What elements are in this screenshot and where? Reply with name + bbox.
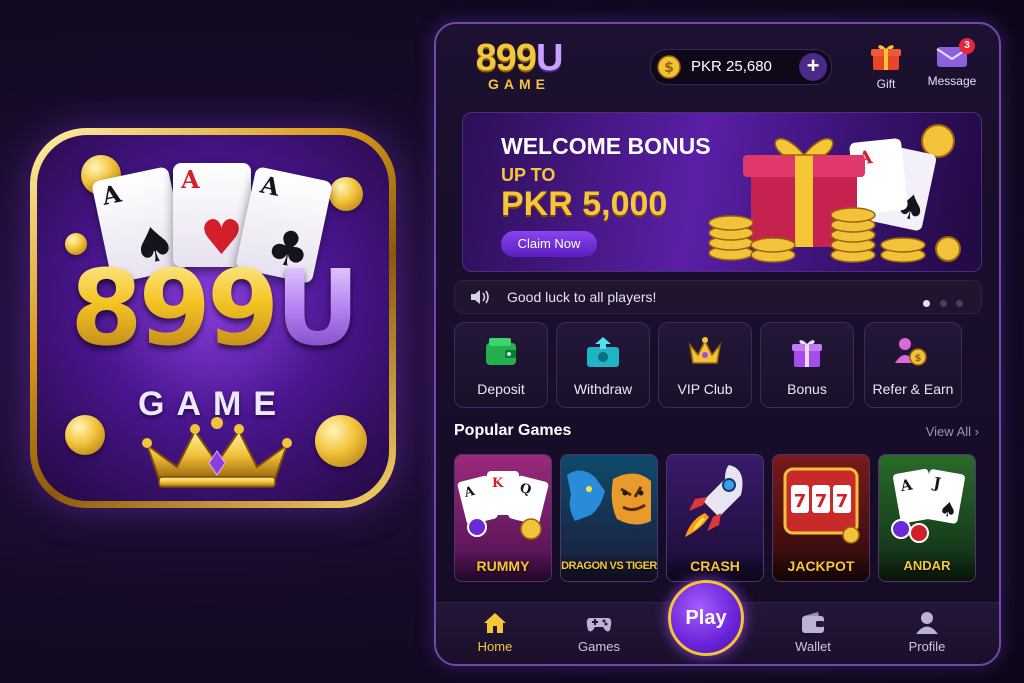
deposit-button[interactable]: Deposit — [454, 322, 548, 408]
game-tile-rummy[interactable]: A K Q RUMMY — [454, 454, 552, 582]
app-icon-face: A ♠ A ♥ A ♣ 899U GAME — [37, 135, 389, 501]
view-all-label: View All — [925, 424, 972, 439]
nav-wallet-label: Wallet — [795, 639, 831, 654]
svg-text:$: $ — [915, 353, 922, 364]
gift-box-illustration: A ♠ A — [708, 124, 961, 263]
balance-pill: $ PKR 25,680 + — [650, 49, 832, 85]
game-tile-andar-bahar[interactable]: A J♠ ANDAR BAHAR — [878, 454, 976, 582]
carousel-dot[interactable] — [956, 300, 963, 307]
card-rank: A — [99, 178, 124, 211]
game-tile-dragon-vs-tiger[interactable]: DRAGON VS TIGER — [560, 454, 658, 582]
game-name: DRAGON VS TIGER — [561, 551, 657, 581]
svg-text:$: $ — [664, 60, 674, 76]
message-icon-wrap: 3 — [935, 38, 975, 72]
brand-number: 899 — [475, 37, 537, 79]
slot-machine-icon: 7 7 7 — [783, 467, 860, 544]
dragon-tiger-icon — [567, 470, 651, 525]
banner-title: WELCOME BONUS — [501, 133, 711, 159]
announcement-bar: Good luck to all players! — [454, 280, 982, 314]
nav-games[interactable]: Games — [564, 611, 634, 654]
home-icon — [484, 613, 506, 633]
nav-home-label: Home — [477, 639, 513, 654]
svg-text:7: 7 — [794, 491, 807, 512]
app-icon: A ♠ A ♥ A ♣ 899U GAME — [30, 128, 396, 508]
withdraw-button[interactable]: Withdraw — [556, 322, 650, 408]
wallet-icon — [486, 338, 516, 365]
message-button[interactable]: 3 Message — [922, 38, 982, 88]
crown-icon — [688, 337, 722, 364]
add-funds-button[interactable]: + — [799, 53, 827, 81]
gamepad-icon — [586, 618, 612, 632]
brand-name: 899U — [464, 38, 574, 78]
view-all-link[interactable]: View All › — [926, 424, 979, 439]
carousel-dots — [918, 294, 963, 312]
card-rank: A — [181, 165, 200, 194]
vip-club-label: VIP Club — [677, 381, 733, 397]
banner-upto: UP TO — [501, 165, 556, 185]
popular-games-title: Popular Games — [454, 422, 572, 439]
nav-profile-label: Profile — [908, 639, 946, 654]
brand-letter: U — [535, 37, 563, 79]
withdraw-icon — [587, 337, 619, 367]
message-badge: 3 — [959, 38, 975, 54]
nav-games-label: Games — [578, 639, 620, 654]
banner-amount: PKR 5,000 — [501, 185, 668, 223]
cards-icon: A K Q — [457, 471, 549, 540]
balance-amount: PKR 25,680 — [691, 58, 772, 75]
game-name: RUMMY — [455, 551, 551, 581]
bonus-button[interactable]: Bonus — [760, 322, 854, 408]
top-bar: 899U GAME $ PKR 25,680 + Gift 3 Message — [436, 24, 999, 104]
app-screen: 899U GAME $ PKR 25,680 + Gift 3 Message … — [434, 22, 1001, 666]
app-logo: 899U — [37, 253, 389, 363]
announcement-text: Good luck to all players! — [507, 289, 657, 305]
nav-profile[interactable]: Profile — [892, 611, 962, 654]
svg-text:7: 7 — [836, 491, 849, 512]
coin-icon: $ — [657, 55, 681, 79]
game-tile-jackpot[interactable]: 7 7 7 JACKPOT — [772, 454, 870, 582]
game-tile-crash[interactable]: CRASH — [666, 454, 764, 582]
svg-text:7: 7 — [815, 491, 828, 512]
chevron-right-icon: › — [974, 424, 979, 439]
nav-home[interactable]: Home — [460, 611, 530, 654]
logo-number: 899 — [70, 247, 279, 369]
game-name: CRASH — [667, 551, 763, 581]
game-name: ANDAR BAHAR — [879, 551, 975, 581]
svg-text:K: K — [492, 476, 504, 491]
claim-now-button[interactable]: Claim Now — [501, 231, 597, 257]
wallet-icon — [802, 612, 824, 633]
message-label: Message — [927, 74, 977, 88]
refer-icon: $ — [895, 338, 927, 366]
cards-icon: A J♠ — [891, 468, 965, 543]
logo-letter: U — [275, 247, 359, 369]
carousel-dot[interactable] — [923, 300, 931, 307]
rocket-icon — [685, 465, 743, 537]
withdraw-label: Withdraw — [573, 381, 633, 397]
gift-button[interactable]: Gift — [866, 42, 906, 91]
brand-logo: 899U GAME — [464, 38, 574, 92]
crown-icon — [142, 417, 292, 488]
nav-wallet[interactable]: Wallet — [778, 611, 848, 654]
refer-earn-label: Refer & Earn — [872, 381, 954, 397]
deposit-label: Deposit — [477, 381, 525, 397]
gift-label: Gift — [876, 77, 896, 91]
profile-icon — [916, 612, 938, 634]
gift-icon — [871, 45, 901, 70]
game-name: JACKPOT — [773, 551, 869, 581]
play-button[interactable]: Play — [668, 580, 744, 656]
coin-icon — [329, 177, 363, 211]
bonus-label: Bonus — [787, 381, 827, 397]
speaker-icon — [471, 290, 489, 304]
carousel-dot[interactable] — [939, 300, 947, 307]
refer-earn-button[interactable]: $ Refer & Earn — [864, 322, 962, 408]
vip-club-button[interactable]: VIP Club — [658, 322, 752, 408]
card-rank: A — [258, 169, 283, 202]
welcome-banner[interactable]: A ♠ A WELCOME BONUS UP TO PKR 5, — [462, 112, 982, 272]
gift-icon — [792, 340, 822, 367]
